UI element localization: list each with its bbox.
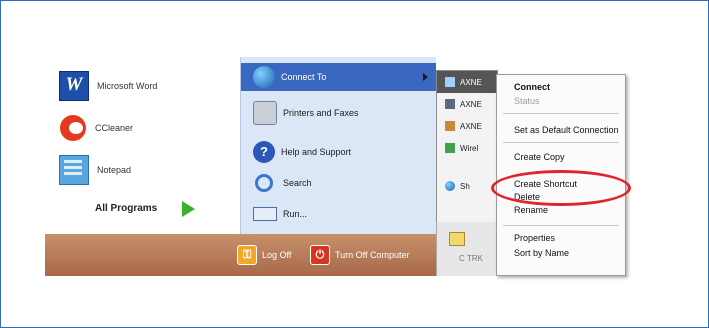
background-toolbar-strip: C TRK <box>436 222 497 276</box>
key-icon: ⚿ <box>237 245 257 265</box>
submenu-item-label: Sh <box>460 181 470 191</box>
program-label: Notepad <box>97 165 132 175</box>
ctx-connect[interactable]: Connect <box>514 82 550 92</box>
start-menu-right-pane: Connect To Printers and Faxes ? Help and… <box>240 57 436 234</box>
menu-item-connect-to[interactable]: Connect To <box>241 63 436 91</box>
log-off-button[interactable]: ⚿ Log Off <box>237 245 291 265</box>
connect-to-submenu: AXNE AXNE AXNE Wirel Sh <box>436 70 498 224</box>
ctx-sort-by-name[interactable]: Sort by Name <box>514 248 569 258</box>
menu-separator <box>503 113 619 114</box>
program-microsoft-word[interactable]: W Microsoft Word <box>45 71 235 101</box>
program-label: CCleaner <box>95 123 134 133</box>
submenu-item-label: Wirel <box>460 143 479 153</box>
green-arrow-icon <box>182 201 195 217</box>
menu-item-printers-and-faxes[interactable]: Printers and Faxes <box>241 99 436 127</box>
ctx-create-copy[interactable]: Create Copy <box>514 152 565 162</box>
start-menu-bottom-bar: ⚿ Log Off ⏻ Turn Off Computer <box>45 234 440 276</box>
ccleaner-icon <box>59 114 87 142</box>
printer-icon <box>253 101 277 125</box>
turn-off-label: Turn Off Computer <box>335 250 410 260</box>
log-off-label: Log Off <box>262 250 292 260</box>
all-programs-button[interactable]: All Programs <box>95 203 157 214</box>
ctx-status: Status <box>514 96 540 106</box>
word-icon: W <box>59 71 89 101</box>
submenu-item-axne-1[interactable]: AXNE <box>437 71 497 93</box>
program-notepad[interactable]: Notepad <box>45 155 235 185</box>
menu-item-search[interactable]: Search <box>241 169 436 197</box>
submenu-item-label: AXNE <box>460 121 482 131</box>
program-ccleaner[interactable]: CCleaner <box>45 113 235 143</box>
run-icon <box>253 207 277 221</box>
menu-item-help-and-support[interactable]: ? Help and Support <box>241 138 436 166</box>
start-menu-left-pane: W Microsoft Word CCleaner Notepad All Pr… <box>45 57 240 234</box>
menu-item-label: Printers and Faxes <box>283 108 359 118</box>
notepad-icon <box>59 155 89 185</box>
submenu-item-wireless[interactable]: Wirel <box>437 137 497 159</box>
network-globe-icon <box>253 66 275 88</box>
turn-off-computer-button[interactable]: ⏻ Turn Off Computer <box>310 245 410 265</box>
submenu-item-axne-3[interactable]: AXNE <box>437 115 497 137</box>
program-label: Microsoft Word <box>97 81 158 91</box>
search-icon <box>255 174 273 192</box>
menu-separator <box>503 142 619 143</box>
menu-item-run[interactable]: Run... <box>241 200 436 228</box>
network-globe-icon <box>445 181 455 191</box>
highlight-annotation-oval <box>491 170 631 206</box>
menu-item-label: Search <box>283 178 312 188</box>
power-icon: ⏻ <box>310 245 330 265</box>
help-icon: ? <box>253 141 275 163</box>
toolbar-label: C TRK <box>459 254 483 263</box>
submenu-item-label: AXNE <box>460 99 482 109</box>
network-icon <box>445 77 455 87</box>
menu-separator <box>503 225 619 226</box>
dialup-icon <box>445 121 455 131</box>
submenu-item-axne-2[interactable]: AXNE <box>437 93 497 115</box>
wireless-icon <box>445 143 455 153</box>
menu-item-label: Run... <box>283 209 308 219</box>
ctx-rename[interactable]: Rename <box>514 205 548 215</box>
folder-icon <box>449 232 465 246</box>
network-icon <box>445 99 455 109</box>
ctx-set-as-default-connection[interactable]: Set as Default Connection <box>514 125 619 135</box>
submenu-item-show-all[interactable]: Sh <box>437 175 497 197</box>
menu-item-label: Connect To <box>281 72 327 82</box>
submenu-item-label: AXNE <box>460 77 482 87</box>
submenu-arrow-icon <box>423 73 428 81</box>
ctx-properties[interactable]: Properties <box>514 233 555 243</box>
menu-item-label: Help and Support <box>281 147 352 157</box>
